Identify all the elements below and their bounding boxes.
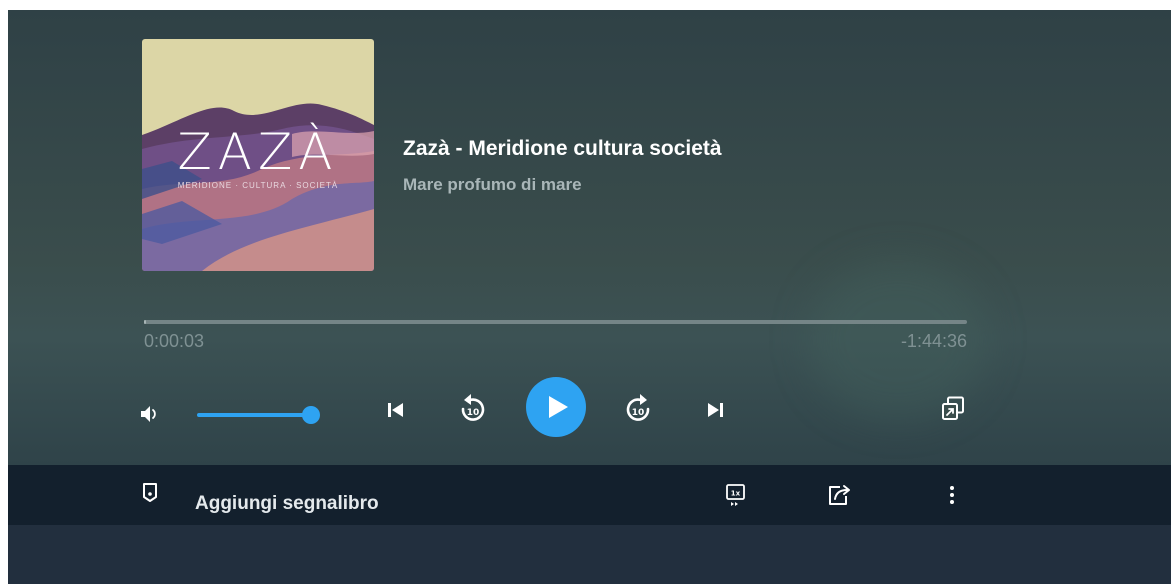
remaining-time: -1:44:36 (900, 331, 967, 351)
skip-next-icon[interactable] (706, 402, 724, 423)
elapsed-time: 0:00:03 (144, 331, 205, 351)
player-main-panel: ZAZÀ MERIDIONE · CULTURA · SOCIETÀ Zazà … (8, 10, 1171, 465)
episode-title: Mare profumo di mare (403, 175, 582, 194)
play-button[interactable] (526, 377, 586, 437)
bookmark-icon[interactable] (142, 483, 158, 508)
artwork-logo: ZAZÀ (177, 123, 339, 181)
volume-thumb[interactable] (302, 406, 320, 424)
add-bookmark-button[interactable]: Aggiungi segnalibro (195, 493, 379, 515)
forward-seconds-label: 10 (632, 408, 645, 418)
volume-slider[interactable] (197, 404, 320, 426)
rewind-seconds-label: 10 (467, 408, 480, 418)
rewind-10-icon[interactable]: 10 (457, 392, 487, 429)
speaker-icon[interactable] (140, 405, 160, 428)
play-icon (549, 396, 568, 418)
progress-fill (144, 320, 146, 324)
skip-previous-icon[interactable] (387, 402, 405, 423)
volume-track (197, 413, 311, 417)
progress-bar[interactable] (144, 320, 967, 324)
more-vertical-icon[interactable] (949, 485, 955, 510)
playback-speed-label: 1x (731, 490, 741, 498)
player-toolbar: Aggiungi segnalibro 1x (8, 465, 1171, 525)
playback-speed-icon[interactable]: 1x (725, 483, 747, 514)
popout-window-icon[interactable] (941, 396, 965, 427)
share-icon[interactable] (827, 484, 851, 511)
podcast-player: ZAZÀ MERIDIONE · CULTURA · SOCIETÀ Zazà … (8, 10, 1171, 584)
episode-artwork: ZAZÀ MERIDIONE · CULTURA · SOCIETÀ (142, 39, 374, 271)
forward-10-icon[interactable]: 10 (624, 392, 654, 429)
podcast-title: Zazà - Meridione cultura società (403, 137, 722, 160)
artwork-tagline: MERIDIONE · CULTURA · SOCIETÀ (177, 181, 339, 190)
